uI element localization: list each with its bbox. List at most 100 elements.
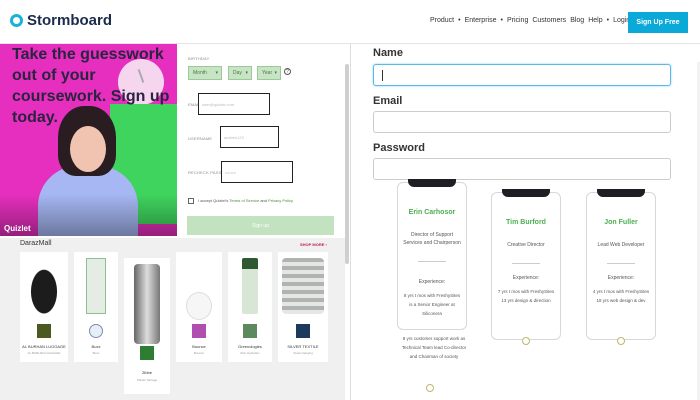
- nav-enterprise[interactable]: Enterprise: [465, 17, 497, 24]
- product-brand: Bounce: [192, 344, 206, 349]
- nav-separator: •: [458, 17, 461, 24]
- experience-heading: Experience:: [418, 279, 446, 285]
- terms-checkbox[interactable]: [188, 198, 194, 204]
- nav-customers[interactable]: Customers: [532, 17, 566, 24]
- team-name: Erin Carhosor: [408, 209, 456, 216]
- scrollbar[interactable]: [345, 64, 349, 264]
- product-subtitle: Towel Hanging: [293, 351, 313, 355]
- experience-text: 8 yrs t mos with FreshySites is a Senior…: [403, 293, 461, 316]
- nav-pricing[interactable]: Pricing: [507, 17, 528, 24]
- nav-blog[interactable]: Blog: [570, 17, 584, 24]
- brand-logo-icon: [243, 324, 257, 338]
- team-card: Tim Burford Creative Director Experience…: [491, 189, 561, 345]
- product-card[interactable]: Bounce Bounce: [176, 252, 222, 362]
- day-select[interactable]: Day: [228, 66, 252, 80]
- terms-link[interactable]: Terms of Service: [229, 198, 259, 203]
- year-select[interactable]: Year: [257, 66, 281, 80]
- product-subtitle: Plastic Storage: [136, 378, 158, 382]
- name-label: Name: [373, 47, 403, 59]
- product-brand: SILVER TEXTILE: [287, 344, 319, 349]
- team-photo: [502, 189, 550, 197]
- team-role: Lead Web Developer: [597, 242, 645, 248]
- terms-text: I accept Quizlet's Terms of Service and …: [198, 198, 293, 203]
- terms-prefix: I accept Quizlet's: [198, 198, 229, 203]
- product-subtitle: Bounce: [193, 351, 205, 355]
- experience-text: 4 yrs t mos with FreshySites 18 yrs web …: [592, 289, 650, 303]
- product-card[interactable]: SILVER TEXTILE Towel Hanging: [278, 252, 328, 362]
- password-field[interactable]: ••••••••: [221, 161, 293, 183]
- nav-help[interactable]: Help: [588, 17, 602, 24]
- product-brand: Buxx: [91, 344, 101, 349]
- top-nav: Product • Enterprise • Pricing Customers…: [430, 17, 639, 24]
- experience-heading: Experience:: [512, 275, 540, 281]
- product-card[interactable]: Buxx Buxx: [74, 252, 118, 362]
- brand-logo-icon: [296, 324, 310, 338]
- divider: [418, 261, 446, 262]
- name-input[interactable]: [373, 64, 671, 86]
- privacy-link[interactable]: Privacy Policy: [268, 198, 293, 203]
- brand-logo-icon: [89, 324, 103, 338]
- shop-more-link[interactable]: SHOP MORE ›: [300, 242, 327, 247]
- month-select[interactable]: Month: [188, 66, 222, 80]
- product-card[interactable]: Greenologies Skin Hydration: [228, 252, 272, 362]
- bin-image: [134, 264, 160, 344]
- password-input[interactable]: [373, 158, 671, 180]
- email-field[interactable]: user@quizlet.com: [198, 93, 270, 115]
- bottle-image: [86, 258, 106, 314]
- logo-icon: [10, 14, 23, 27]
- text-caret: [382, 70, 383, 81]
- sign-up-button[interactable]: Sign up: [187, 216, 334, 235]
- expand-icon[interactable]: [617, 337, 625, 345]
- product-subtitle: AL BURHAN LUGGAGE: [27, 351, 61, 355]
- experience-text: 7 yrs t mos with FreshySites 13 yrs desi…: [497, 289, 555, 303]
- email-input[interactable]: [373, 111, 671, 133]
- team-card: Jon Fuller Lead Web Developer Experience…: [586, 189, 656, 345]
- site-header: Stormboard Product • Enterprise • Pricin…: [0, 0, 700, 44]
- help-icon[interactable]: ?: [284, 68, 291, 75]
- person-face: [70, 126, 106, 172]
- nav-separator: •: [606, 17, 610, 24]
- terms-and: and: [260, 198, 267, 203]
- team-name: Jon Fuller: [604, 219, 638, 226]
- nav-product[interactable]: Product: [430, 17, 454, 24]
- brand-logo-icon: [192, 324, 206, 338]
- hero-image[interactable]: Take the guesswork out of your coursewor…: [0, 44, 177, 236]
- quizlet-brand: Quizlet: [4, 224, 31, 233]
- signup-form-panel: Name Email Password Erin Carhosor Direct…: [350, 44, 700, 400]
- team-role: Creative Director: [507, 242, 545, 248]
- expand-icon[interactable]: [522, 337, 530, 345]
- email-label: Email: [373, 95, 403, 107]
- experience-heading: Experience:: [607, 275, 635, 281]
- team-photo: [408, 179, 456, 187]
- overflow-text: 8 yrs customer support work as Technical…: [401, 336, 467, 359]
- brand-logo-icon: [37, 324, 51, 338]
- product-subtitle: Skin Hydration: [240, 351, 260, 355]
- team-card: Erin Carhosor Director of Support Servic…: [397, 179, 467, 330]
- product-card[interactable]: Zibbe Plastic Storage: [124, 258, 170, 394]
- team-name: Tim Burford: [506, 219, 546, 226]
- team-photo: [597, 189, 645, 197]
- brand-logo-icon: [140, 346, 154, 360]
- product-card[interactable]: AL BURHAN LUGGAGE AL BURHAN LUGGAGE: [20, 252, 68, 362]
- divider: [607, 263, 635, 264]
- expand-icon[interactable]: [426, 384, 434, 392]
- divider: [512, 263, 540, 264]
- hero-headline: Take the guesswork out of your coursewor…: [12, 46, 170, 126]
- serum-image: [242, 258, 258, 314]
- bowl-image: [186, 292, 212, 320]
- product-brand: Greenologies: [238, 344, 262, 349]
- product-subtitle: Buxx: [92, 351, 100, 355]
- store-title: DarazMall: [20, 240, 52, 247]
- sign-up-free-button[interactable]: Sign Up Free: [628, 12, 688, 33]
- birthday-label: BIRTHDAY: [188, 56, 210, 61]
- password-label: Password: [373, 142, 425, 154]
- towels-image: [282, 258, 324, 314]
- luggage-image: [24, 258, 64, 314]
- username-label: USERNAME: [188, 136, 213, 141]
- store-strip: DarazMall SHOP MORE › AL BURHAN LUGGAGE …: [0, 238, 345, 400]
- nav-separator: •: [500, 17, 503, 24]
- username-field[interactable]: andrew123: [220, 126, 279, 148]
- stormboard-logo[interactable]: Stormboard: [10, 12, 112, 29]
- embedded-ad-panel: Take the guesswork out of your coursewor…: [0, 44, 350, 400]
- team-role: Director of Support Services and Chairpe…: [403, 232, 461, 246]
